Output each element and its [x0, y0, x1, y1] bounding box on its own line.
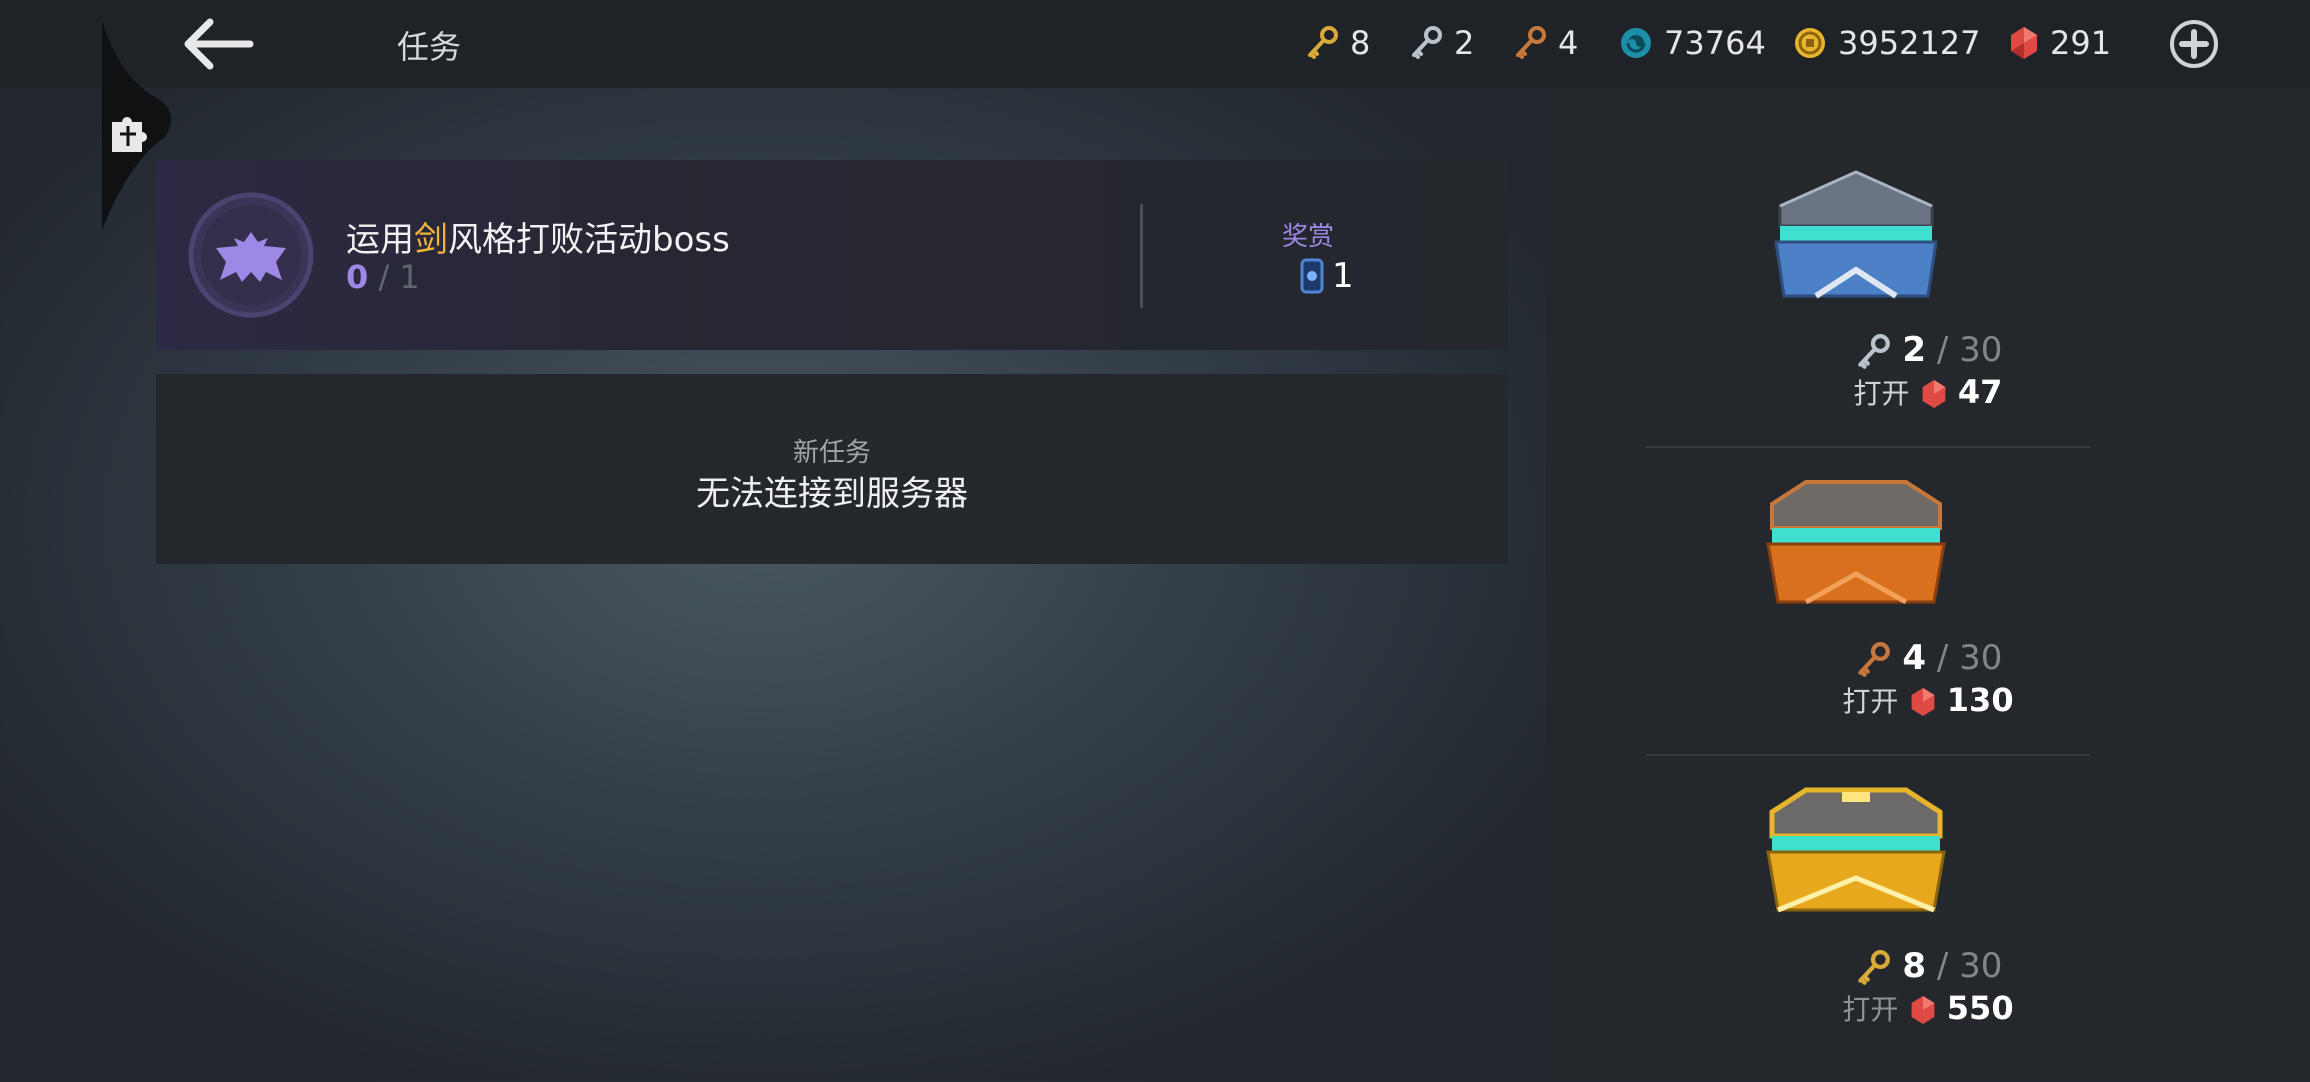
bronze-chest-icon: [1766, 480, 1946, 605]
puzzle-icon: [112, 117, 147, 152]
plus-circle-icon: [2170, 20, 2218, 68]
token-icon: [1300, 258, 1324, 294]
bronze-key-icon: [1857, 641, 1890, 677]
top-bar: 任务 8 2 4 73764 3952127 291: [0, 0, 2310, 88]
bat-emblem-icon: [188, 192, 314, 318]
chest-divider: [1646, 446, 2090, 448]
open-bronze-chest-button[interactable]: 打开 130: [1546, 680, 2310, 720]
silver-chest: 2 / 30 打开 47: [1546, 166, 2310, 466]
quest-badge: [186, 190, 316, 320]
gold-key-counter: 8: [1304, 20, 1370, 66]
page-title: 任务: [397, 28, 462, 66]
silver-key-icon: [1412, 26, 1442, 59]
gold-chest-key-count: 8 / 30: [1546, 946, 2310, 987]
quest-card[interactable]: 运用剑风格打败活动boss 0 / 1 奖赏 1: [156, 160, 1508, 350]
gem-counter: 291: [2008, 20, 2111, 66]
gem-icon: [1911, 688, 1934, 716]
reward-label: 奖赏: [1282, 222, 1335, 252]
gem-icon: [1911, 996, 1934, 1024]
back-arrow-icon: [184, 18, 254, 70]
energy-swirl-icon: [1621, 28, 1651, 58]
silver-key-counter: 2: [1408, 20, 1474, 66]
silver-chest-icon: [1774, 170, 1938, 299]
back-button[interactable]: [180, 14, 254, 74]
bronze-key-icon: [1516, 26, 1546, 59]
open-gold-chest-button[interactable]: 打开 550: [1546, 988, 2310, 1028]
bronze-chest-image[interactable]: [1746, 474, 1966, 624]
quest-title: 运用剑风格打败活动boss: [346, 220, 730, 260]
bronze-chest: 4 / 30 打开 130: [1546, 474, 2310, 774]
silver-chest-key-count: 2 / 30: [1546, 330, 2310, 371]
gold-key-icon: [1308, 26, 1338, 59]
chest-divider: [1646, 754, 2090, 756]
reward-value: 1: [1300, 256, 1354, 296]
gold-chest-image[interactable]: [1746, 782, 1966, 932]
energy-counter: 73764: [1618, 20, 1766, 66]
quest-progress: 0 / 1: [346, 258, 420, 296]
silver-chest-image[interactable]: [1746, 166, 1966, 316]
coin-counter: 3952127: [1792, 20, 1981, 66]
add-currency-button[interactable]: [2168, 18, 2220, 70]
gem-icon: [1922, 380, 1946, 408]
gold-chest: 8 / 30 打开 550: [1546, 782, 2310, 1082]
gold-chest-icon: [1766, 787, 1946, 913]
gold-key-icon: [1857, 949, 1890, 985]
new-quest-label: 新任务: [792, 438, 871, 468]
server-error-message: 无法连接到服务器: [696, 474, 968, 514]
gem-icon: [2011, 27, 2037, 59]
divider: [1140, 204, 1143, 308]
coin-icon: [1795, 28, 1825, 58]
bronze-chest-key-count: 4 / 30: [1546, 638, 2310, 679]
chest-panel: 2 / 30 打开 47 4 / 30 打开 130 8 / 30 打开 550: [1546, 88, 2310, 1080]
new-quest-card: 新任务 无法连接到服务器: [156, 374, 1508, 564]
silver-key-icon: [1857, 333, 1890, 369]
bronze-key-counter: 4: [1512, 20, 1578, 66]
open-silver-chest-button[interactable]: 打开 47: [1546, 372, 2310, 412]
